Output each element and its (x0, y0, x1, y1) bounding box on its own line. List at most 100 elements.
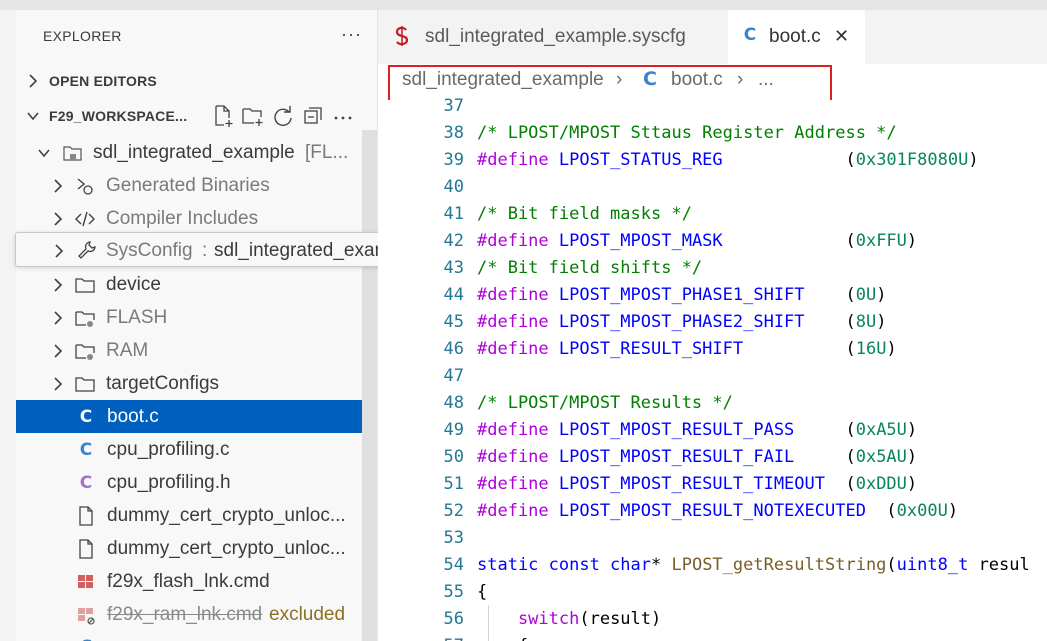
line-number: 52 (443, 501, 464, 521)
code-token: uint8_t (896, 555, 969, 575)
code-editor[interactable]: 37 38 /* LPOST/MPOST Sttaus Register Addre… (378, 96, 1047, 641)
indent-guide (488, 605, 489, 641)
tree-item-partial[interactable]: C (16, 631, 363, 641)
code-token: ) (876, 285, 887, 305)
code-line[interactable]: 57 { (378, 633, 1047, 641)
tree-item-label: f29x_flash_lnk.cmd (107, 571, 270, 592)
workspace-label: F29_WORKSPACE... (49, 108, 188, 124)
code-token: #define (477, 150, 559, 170)
code-token: ) (906, 420, 918, 440)
code-token: LPOST_MPOST_RESULT_TIMEOUT (558, 474, 846, 494)
tree-item-ram[interactable]: RAM (16, 334, 363, 367)
open-editors-label: OPEN EDITORS (49, 73, 157, 89)
code-token: 0xFFU (855, 231, 907, 251)
code-line[interactable]: 38 /* LPOST/MPOST Sttaus Register Address… (378, 120, 1047, 147)
tree-item-compiler-includes[interactable]: Compiler Includes (16, 202, 363, 235)
line-source: { (477, 579, 487, 606)
tree-item-boot-c[interactable]: C boot.c (16, 400, 363, 433)
tree-item-targetconfigs[interactable]: targetConfigs (16, 367, 363, 400)
code-line[interactable]: 52 #define LPOST_MPOST_RESULT_NOTEXECUTED… (378, 498, 1047, 525)
code-line[interactable]: 45 #define LPOST_MPOST_PHASE2_SHIFT (8U) (378, 309, 1047, 336)
code-line[interactable]: 39 #define LPOST_STATUS_REG (0x301F8080U) (378, 147, 1047, 174)
tree-item-label: sdl_integrated_example (93, 142, 295, 163)
tree-item-dummy-cert-2[interactable]: dummy_cert_crypto_unloc... (16, 532, 363, 565)
tree-item-project[interactable]: sdl_integrated_example [FL... (16, 136, 363, 169)
close-icon[interactable]: ✕ (834, 26, 849, 47)
sidebar-scrollbar[interactable] (362, 130, 377, 641)
line-number: 55 (443, 582, 464, 602)
line-number: 38 (443, 123, 464, 143)
code-line[interactable]: 47 (378, 363, 1047, 390)
workspace-section[interactable]: F29_WORKSPACE... (16, 102, 377, 132)
line-source: #define LPOST_STATUS_REG (0x301F8080U) (477, 147, 979, 174)
tree-item-suffix: [FL... (305, 142, 349, 163)
code-line[interactable]: 40 (378, 174, 1047, 201)
code-token: ( (845, 420, 856, 440)
code-line[interactable]: 37 (378, 93, 1047, 120)
code-token: (result) (579, 609, 662, 629)
refresh-icon[interactable] (271, 104, 299, 130)
code-line[interactable]: 41 /* Bit field masks */ (378, 201, 1047, 228)
code-line[interactable]: 42 #define LPOST_MPOST_MASK (0xFFU) (378, 228, 1047, 255)
tree-item-cpu-profiling-c[interactable]: C cpu_profiling.c (16, 433, 363, 466)
tab-syscfg[interactable]: sdl_integrated_example.syscfg (378, 10, 728, 64)
line-number: 45 (443, 312, 464, 332)
collapse-all-icon[interactable] (301, 104, 329, 130)
code-line[interactable]: 55 { (378, 579, 1047, 606)
config-folder-icon (75, 344, 95, 360)
tree-item-label: cpu_profiling.c (107, 439, 230, 460)
tree-item-flash[interactable]: FLASH (16, 301, 363, 334)
line-source: static const char* LPOST_getResultString… (477, 552, 1030, 579)
code-line[interactable]: 49 #define LPOST_MPOST_RESULT_PASS (0xA5U… (378, 417, 1047, 444)
code-line[interactable]: 43 /* Bit field shifts */ (378, 255, 1047, 282)
tab-boot-c[interactable]: C boot.c ✕ (728, 10, 865, 64)
code-token: ) (906, 447, 918, 467)
line-source: #define LPOST_MPOST_PHASE2_SHIFT (8U) (477, 309, 886, 336)
chevron-right-icon (54, 377, 63, 391)
code-line[interactable]: 54 static const char* LPOST_getResultStri… (378, 552, 1047, 579)
code-line[interactable]: 51 #define LPOST_MPOST_RESULT_TIMEOUT (0x… (378, 471, 1047, 498)
code-line[interactable]: 44 #define LPOST_MPOST_PHASE1_SHIFT (0U) (378, 282, 1047, 309)
more-actions-icon[interactable]: ··· (341, 24, 362, 45)
tree-item-cpu-profiling-h[interactable]: C cpu_profiling.h (16, 466, 363, 499)
code-line[interactable]: 56 switch(result) (378, 606, 1047, 633)
code-token: /* Bit field masks */ (477, 204, 692, 224)
code-line[interactable]: 50 #define LPOST_MPOST_RESULT_FAIL (0x5AU… (378, 444, 1047, 471)
code-token: /* Bit field shifts */ (477, 258, 703, 278)
tree-item-ram-lnk[interactable]: f29x_ram_lnk.cmd excluded (16, 598, 363, 631)
tree-item-dummy-cert-1[interactable]: dummy_cert_crypto_unloc... (16, 499, 363, 532)
line-number: 57 (378, 633, 464, 641)
open-editors-section[interactable]: OPEN EDITORS (16, 67, 377, 97)
explorer-header: EXPLORER ··· (16, 22, 377, 52)
code-token: 0x301F8080U (855, 150, 969, 170)
more-icon[interactable] (331, 104, 359, 130)
line-source: #define LPOST_MPOST_RESULT_NOTEXECUTED (… (477, 498, 958, 525)
code-token: LPOST_MPOST_RESULT_PASS (558, 420, 846, 440)
code-token: ( (845, 474, 856, 494)
chevron-right-icon (54, 344, 63, 358)
line-number: 56 (443, 609, 464, 629)
code-token: #define (477, 339, 559, 359)
line-number: 42 (443, 231, 464, 251)
line-source: /* LPOST/MPOST Sttaus Register Address *… (477, 120, 897, 147)
code-token: 0x5AU (855, 447, 907, 467)
line-number: 43 (443, 258, 464, 278)
window-top-strip (0, 0, 1047, 10)
code-line[interactable]: 48 /* LPOST/MPOST Results */ (378, 390, 1047, 417)
line-source: /* LPOST/MPOST Results */ (477, 390, 733, 417)
tooltip-separator: : (202, 240, 208, 261)
code-line[interactable]: 46 #define LPOST_RESULT_SHIFT (16U) (378, 336, 1047, 363)
folder-icon (75, 377, 95, 392)
tree-item-flash-lnk[interactable]: f29x_flash_lnk.cmd (16, 565, 363, 598)
tree-item-generated-binaries[interactable]: Generated Binaries (16, 169, 363, 202)
chevron-right-icon (55, 244, 64, 258)
code-token: #define (477, 501, 559, 521)
code-line[interactable]: 53 (378, 525, 1047, 552)
explorer-title: EXPLORER (43, 28, 122, 44)
new-folder-icon[interactable] (241, 104, 269, 130)
tree-item-device[interactable]: device (16, 268, 363, 301)
tree-item-label: device (106, 274, 161, 295)
chevron-down-icon (27, 112, 39, 121)
new-file-icon[interactable] (211, 104, 239, 130)
line-source: #define LPOST_MPOST_PHASE1_SHIFT (0U) (477, 282, 886, 309)
